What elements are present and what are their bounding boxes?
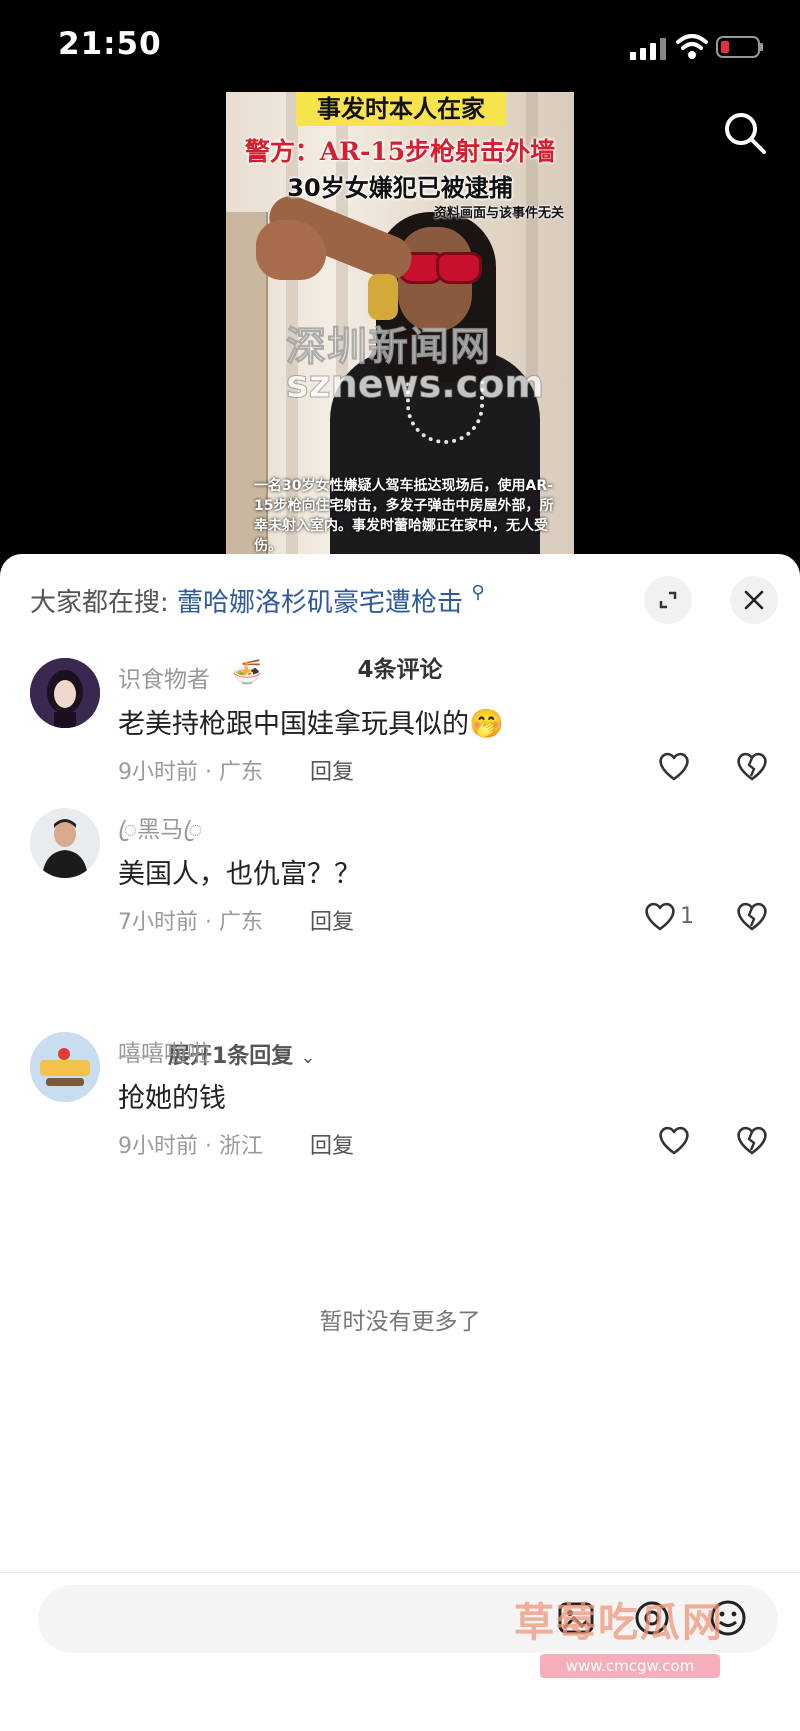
video-caption: 一名30岁女性嫌疑人驾车抵达现场后，使用AR-15步枪向住宅射击，多发子弹击中房… — [254, 478, 554, 554]
search-icon[interactable] — [722, 110, 768, 156]
site-watermark: 草莓吃瓜网 — [514, 1600, 724, 1646]
reply-button[interactable]: 回复 — [310, 754, 354, 786]
sunglasses-right — [436, 252, 482, 284]
video-disclaimer: 资料画面与该事件无关 — [433, 206, 564, 221]
avatar-image — [30, 658, 100, 728]
reply-button[interactable]: 回复 — [310, 1128, 354, 1160]
noodle-emoji-icon: 🍜 — [232, 658, 262, 686]
avatar-image — [30, 808, 100, 878]
avatar-image — [30, 1032, 100, 1102]
video-headline-red: 警方：AR-15步枪射击外墙 — [244, 137, 556, 166]
search-icon: ⚲ — [471, 582, 485, 603]
username[interactable]: 识食物者 — [118, 660, 210, 694]
video-title-tag: 事发时本人在家 — [296, 92, 506, 126]
cellular-signal-icon — [630, 38, 666, 60]
comment-text: 抢她的钱 — [118, 1083, 226, 1114]
wifi-icon — [676, 34, 708, 59]
site-watermark-url: www.cmcgw.com — [540, 1654, 720, 1678]
broken-heart-icon[interactable] — [734, 898, 770, 934]
comment-meta: 9小时前 · 广东 — [118, 760, 263, 785]
hot-search[interactable]: 大家都在搜: 蕾哈娜洛杉矶豪宅遭枪击 ⚲ — [30, 582, 485, 619]
news-watermark-en: sznews.com — [286, 362, 545, 407]
comment-sheet: 大家都在搜: 蕾哈娜洛杉矶豪宅遭枪击 ⚲ 4条评论 识食物者 🍜 老美持枪跟中国… — [0, 554, 800, 1731]
no-more-comments: 暂时没有更多了 — [319, 1309, 481, 1335]
like-count: 1 — [680, 904, 694, 929]
heart-icon[interactable] — [656, 1122, 692, 1158]
heart-icon[interactable] — [656, 748, 692, 784]
broken-heart-icon[interactable] — [734, 1122, 770, 1158]
comment-text-body: 老美持枪跟中国娃拿玩具似的 — [118, 709, 469, 740]
comment-text: 美国人，也仇富？？ — [118, 859, 361, 890]
username[interactable]: 嘻嘻啦啦 — [118, 1034, 210, 1068]
close-button[interactable] — [730, 576, 778, 624]
video-player[interactable]: 事发时本人在家 警方：AR-15步枪射击外墙 30岁女嫌犯已被逮捕 资料画面与该… — [226, 92, 574, 554]
chevron-down-icon: ⌄ — [300, 1047, 316, 1068]
comment-meta: 7小时前 · 广东 — [118, 910, 263, 935]
hot-search-label: 大家都在搜: — [30, 588, 169, 618]
fullscreen-button[interactable] — [644, 576, 692, 624]
video-headline-black: 30岁女嫌犯已被逮捕 — [287, 174, 513, 202]
status-bar: 21:50 — [0, 0, 800, 90]
expand-icon — [659, 591, 677, 609]
clock: 21:50 — [58, 26, 162, 62]
avatar[interactable] — [30, 1032, 100, 1102]
avatar[interactable] — [30, 808, 100, 878]
person-hand — [256, 220, 326, 280]
avatar[interactable] — [30, 658, 100, 728]
hot-search-term[interactable]: 蕾哈娜洛杉矶豪宅遭枪击 — [177, 588, 463, 618]
battery-icon — [716, 36, 763, 58]
broken-heart-icon[interactable] — [734, 748, 770, 784]
heart-icon[interactable] — [642, 898, 678, 934]
close-icon — [744, 590, 764, 610]
emoji-icon: 🤭 — [469, 707, 504, 740]
input-divider — [0, 1572, 800, 1573]
reply-button[interactable]: 回复 — [310, 904, 354, 936]
comment-meta: 9小时前 · 浙江 — [118, 1134, 263, 1159]
comment-text: 老美持枪跟中国娃拿玩具似的🤭 — [118, 702, 504, 741]
